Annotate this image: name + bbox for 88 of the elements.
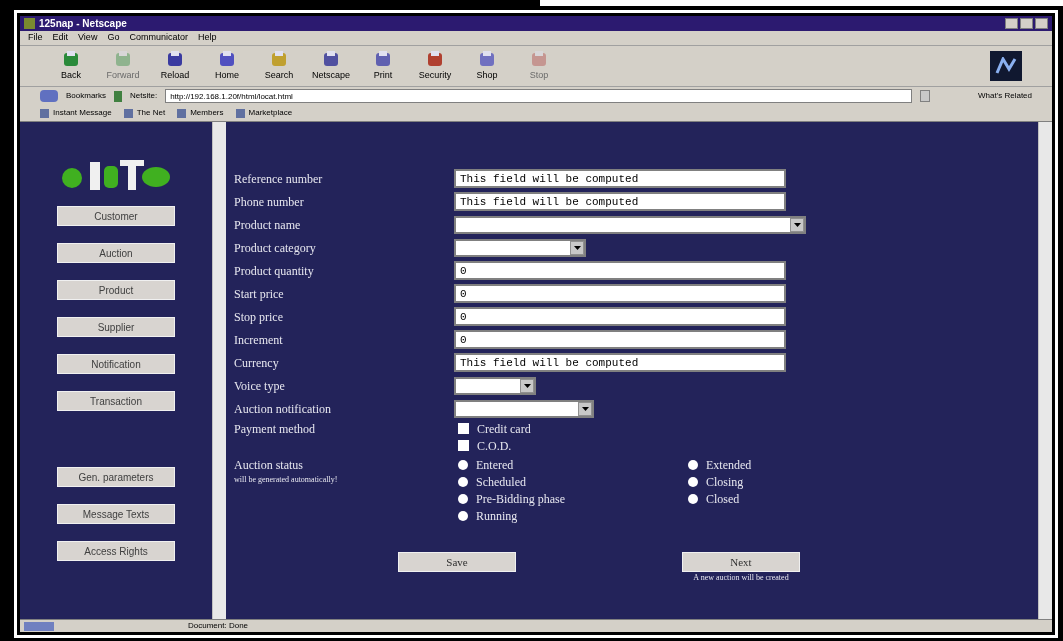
field-label: Auction notification xyxy=(234,400,332,418)
field-label: Voice type xyxy=(234,377,286,395)
toolbar-button[interactable]: Back xyxy=(50,49,92,83)
netscape-logo-icon xyxy=(990,51,1022,81)
whats-related-button[interactable]: What's Related xyxy=(938,90,1032,102)
bookmarks-button[interactable]: Bookmarks xyxy=(66,90,106,102)
save-button[interactable]: Save xyxy=(398,552,516,572)
dropdown-field[interactable] xyxy=(454,376,536,395)
personal-toolbar-link[interactable]: Instant Message xyxy=(40,107,112,119)
radio-button[interactable] xyxy=(458,459,468,470)
sidebar-button[interactable]: Notification xyxy=(57,354,175,374)
scrollbar[interactable] xyxy=(1038,122,1052,619)
personal-toolbar-link[interactable]: The Net xyxy=(123,107,166,119)
text-field[interactable]: 0 xyxy=(454,307,786,326)
text-field[interactable]: This field will be computed xyxy=(454,353,786,372)
toolbar-button[interactable]: Security xyxy=(414,49,456,83)
field-label: Payment method xyxy=(234,421,316,438)
status-text: Document: Done xyxy=(188,620,249,632)
status-icon xyxy=(24,621,54,631)
close-icon[interactable] xyxy=(1035,18,1048,29)
minimize-icon[interactable] xyxy=(1005,18,1018,29)
toolbar-button[interactable]: Print xyxy=(362,49,404,83)
toolbar-button[interactable]: Search xyxy=(258,49,300,83)
sidebar-button[interactable]: Access Rights xyxy=(57,541,175,561)
next-button[interactable]: Next xyxy=(682,552,800,572)
toolbar-button[interactable]: Netscape xyxy=(310,49,352,83)
menu-item[interactable]: Communicator xyxy=(129,31,188,45)
text-field[interactable]: 0 xyxy=(454,261,786,280)
radio-button[interactable] xyxy=(688,493,698,504)
menu-item[interactable]: Go xyxy=(107,31,120,45)
menu-item[interactable]: Help xyxy=(197,31,217,45)
text-field[interactable]: 0 xyxy=(454,284,786,303)
field-label: Currency xyxy=(234,354,280,372)
menu-item[interactable]: View xyxy=(78,31,98,45)
checkbox[interactable] xyxy=(458,423,469,434)
field-label: Product name xyxy=(234,216,302,234)
dropdown-field[interactable] xyxy=(454,238,586,257)
field-label: Product quantity xyxy=(234,262,315,280)
radio-label: Entered xyxy=(476,456,514,474)
scrollbar[interactable] xyxy=(212,122,226,619)
menu-item[interactable]: File xyxy=(28,31,43,45)
text-field[interactable]: 0 xyxy=(454,330,786,349)
next-note: A new auction will be created xyxy=(693,572,789,584)
toolbar-button[interactable]: Home xyxy=(206,49,248,83)
checkbox-label: Credit card xyxy=(477,420,531,438)
radio-label: Closing xyxy=(706,473,744,491)
field-label: Start price xyxy=(234,285,285,303)
radio-button[interactable] xyxy=(458,510,468,521)
radio-label: Closed xyxy=(706,490,740,508)
bookmark-icon xyxy=(40,90,58,102)
field-label: Product category xyxy=(234,239,317,257)
toolbar-button[interactable]: Shop xyxy=(466,49,508,83)
field-label: Auction status xyxy=(234,457,304,474)
personal-toolbar-link[interactable]: Marketplace xyxy=(235,107,293,119)
radio-button[interactable] xyxy=(458,493,468,504)
sidebar-button[interactable]: Customer xyxy=(57,206,175,226)
personal-toolbar-link[interactable]: Members xyxy=(177,107,224,119)
field-label: Reference number xyxy=(234,170,324,188)
dropdown-field[interactable] xyxy=(454,399,594,418)
url-field[interactable]: http://192.168.1.20f/html/locat.html xyxy=(165,89,912,103)
checkbox-label: C.O.D. xyxy=(477,437,512,455)
radio-button[interactable] xyxy=(688,459,698,470)
field-note: will be generated automatically! xyxy=(234,474,339,486)
field-label: Increment xyxy=(234,331,284,349)
radio-button[interactable] xyxy=(458,476,468,487)
sidebar-button[interactable]: Transaction xyxy=(57,391,175,411)
menu-item[interactable]: Edit xyxy=(52,31,69,45)
app-icon xyxy=(24,18,35,29)
checkbox[interactable] xyxy=(458,440,469,451)
field-label: Phone number xyxy=(234,193,305,211)
field-label: Stop price xyxy=(234,308,284,326)
text-field[interactable]: This field will be computed xyxy=(454,192,786,211)
window-title: 125nap - Netscape xyxy=(39,17,127,31)
radio-label: Pre-Bidding phase xyxy=(476,490,565,508)
sidebar-button[interactable]: Message Texts xyxy=(57,504,175,524)
sidebar-button[interactable]: Gen. parameters xyxy=(57,467,175,487)
sidebar-button[interactable]: Auction xyxy=(57,243,175,263)
radio-label: Scheduled xyxy=(476,473,526,491)
sidebar-button[interactable]: Supplier xyxy=(57,317,175,337)
radio-label: Extended xyxy=(706,456,752,474)
dropdown-field[interactable] xyxy=(454,215,806,234)
toolbar-button[interactable]: Reload xyxy=(154,49,196,83)
radio-button[interactable] xyxy=(688,476,698,487)
text-field[interactable]: This field will be computed xyxy=(454,169,786,188)
sidebar-button[interactable]: Product xyxy=(57,280,175,300)
maximize-icon[interactable] xyxy=(1020,18,1033,29)
location-label: Netsite: xyxy=(130,90,158,102)
radio-label: Running xyxy=(476,507,518,525)
